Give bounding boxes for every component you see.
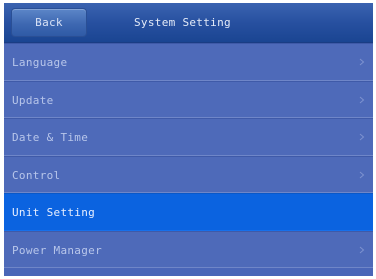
settings-menu: Language Update Date & Time Control Unit…: [4, 43, 373, 268]
menu-item-label: Control: [12, 168, 61, 182]
menu-item-label: Language: [12, 56, 68, 69]
menu-item-language[interactable]: Language: [4, 43, 373, 81]
menu-item-date-time[interactable]: Date & Time: [4, 118, 373, 156]
back-button-label: Back: [35, 16, 63, 29]
chevron-right-icon: [359, 58, 365, 66]
back-button[interactable]: Back: [11, 8, 87, 37]
menu-item-label: Unit Setting: [12, 206, 96, 219]
menu-item-label: Date & Time: [12, 131, 89, 144]
page-title: System Setting: [134, 16, 231, 29]
chevron-right-icon: [359, 133, 365, 141]
menu-item-unit-setting[interactable]: Unit Setting: [4, 193, 373, 231]
menu-item-control[interactable]: Control: [4, 155, 373, 193]
device-screen: Back System Setting Language Update Date…: [4, 3, 373, 276]
chevron-right-icon: [359, 96, 365, 103]
menu-item-label: Power Manager: [12, 243, 102, 257]
menu-item-label: Update: [12, 93, 54, 107]
menu-item-power-manager[interactable]: Power Manager: [4, 230, 373, 268]
chevron-right-icon: [359, 171, 365, 178]
chevron-right-icon: [359, 246, 365, 253]
menu-item-update[interactable]: Update: [4, 80, 373, 118]
title-bar: Back System Setting: [4, 3, 373, 43]
